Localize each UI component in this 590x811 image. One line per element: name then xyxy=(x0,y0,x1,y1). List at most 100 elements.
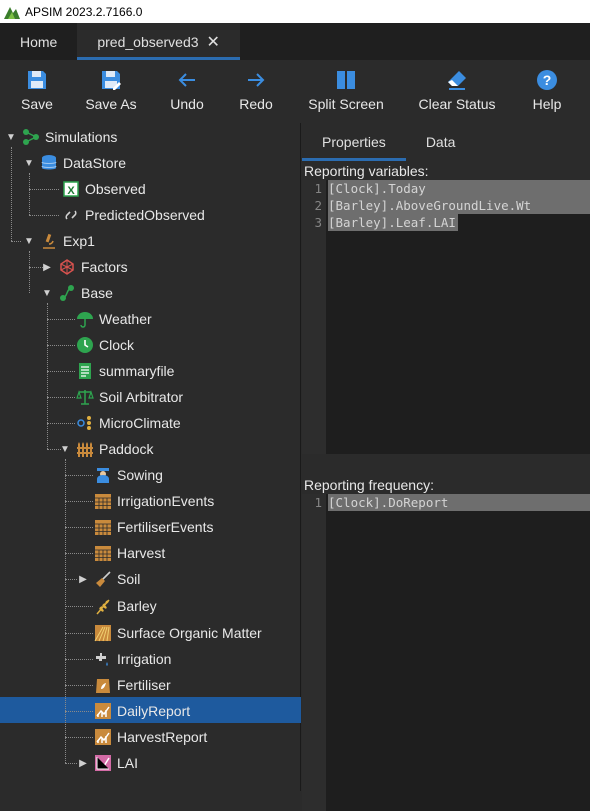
line-number: 1 xyxy=(314,495,322,510)
microclimate-icon xyxy=(76,414,94,432)
help-button[interactable]: ? Help xyxy=(508,60,586,123)
tree-label: Surface Organic Matter xyxy=(117,625,262,641)
tree-node-sowing[interactable]: Sowing xyxy=(94,462,163,488)
tree-node-factors[interactable]: ▶ Factors xyxy=(40,254,128,280)
collapse-arrow-icon[interactable]: ▼ xyxy=(40,288,54,299)
expand-arrow-icon[interactable]: ▶ xyxy=(76,574,90,585)
tree-node-observed[interactable]: X Observed xyxy=(62,176,146,202)
scales-icon xyxy=(76,388,94,406)
split-screen-label: Split Screen xyxy=(308,96,384,112)
link-icon xyxy=(62,206,80,224)
code-text[interactable]: [Barley].AboveGroundLive.Wt xyxy=(328,197,590,214)
tree-node-simulations[interactable]: ▼ Simulations xyxy=(4,124,117,150)
expand-arrow-icon[interactable]: ▶ xyxy=(76,758,90,769)
code-line: 1 [Clock].DoReport xyxy=(302,494,590,511)
code-text[interactable]: [Clock].DoReport xyxy=(328,494,590,511)
tree-label: DataStore xyxy=(63,155,127,171)
tree-label: Exp1 xyxy=(63,233,95,249)
collapse-arrow-icon[interactable]: ▼ xyxy=(58,444,72,455)
microscope-icon xyxy=(40,232,58,250)
tree-label: Observed xyxy=(85,181,146,197)
save-label: Save xyxy=(21,96,53,112)
tree-node-harvest[interactable]: Harvest xyxy=(94,540,165,566)
tap-icon xyxy=(94,650,112,668)
collapse-arrow-icon[interactable]: ▼ xyxy=(22,158,36,169)
split-screen-icon xyxy=(337,71,355,89)
split-screen-button[interactable]: Split Screen xyxy=(286,60,406,123)
save-as-button[interactable]: Save As xyxy=(74,60,148,123)
tree-node-irrigation-events[interactable]: IrrigationEvents xyxy=(94,488,214,514)
tree-node-predicted-observed[interactable]: PredictedObserved xyxy=(62,202,205,228)
eraser-icon xyxy=(448,71,466,90)
undo-arrow-icon xyxy=(178,73,195,87)
tree-node-lai[interactable]: ▶ LAI xyxy=(76,750,138,776)
tree-node-barley[interactable]: Barley xyxy=(94,593,157,619)
shovel-icon xyxy=(94,570,112,588)
line-number: 1 xyxy=(314,181,322,196)
wheat-icon xyxy=(94,597,112,615)
report-icon xyxy=(94,728,112,746)
save-button[interactable]: Save xyxy=(0,60,74,123)
tab-data[interactable]: Data xyxy=(406,123,476,161)
tree-node-weather[interactable]: Weather xyxy=(76,306,152,332)
expand-arrow-icon[interactable]: ▶ xyxy=(40,262,54,273)
code-line: 2 [Barley].AboveGroundLive.Wt xyxy=(302,197,590,214)
farmer-icon xyxy=(94,466,112,484)
reporting-variables-label: Reporting variables: xyxy=(304,163,429,179)
tree-label: HarvestReport xyxy=(117,729,208,745)
code-text[interactable]: [Barley].Leaf.LAI xyxy=(328,214,458,231)
clear-status-label: Clear Status xyxy=(418,96,496,112)
tree-node-clock[interactable]: Clock xyxy=(76,332,134,358)
tree-node-harvest-report[interactable]: HarvestReport xyxy=(94,724,207,750)
fence-icon xyxy=(76,440,94,458)
tree-node-soil-arbitrator[interactable]: Soil Arbitrator xyxy=(76,384,183,410)
reporting-frequency-editor[interactable]: 1 [Clock].DoReport xyxy=(302,494,590,811)
tab-home-label: Home xyxy=(20,33,58,50)
tab-data-label: Data xyxy=(425,134,456,150)
tree-label: Paddock xyxy=(99,441,154,457)
line-number: 2 xyxy=(314,198,322,213)
collapse-arrow-icon[interactable]: ▼ xyxy=(22,236,36,247)
tab-pred-observed3[interactable]: pred_observed3 ✕ xyxy=(77,23,240,60)
help-icon: ? xyxy=(537,70,557,90)
svg-text:X: X xyxy=(67,185,75,197)
tree-label: PredictedObserved xyxy=(85,207,205,223)
close-tab-icon[interactable]: ✕ xyxy=(207,32,220,52)
redo-button[interactable]: Redo xyxy=(226,60,286,123)
tree-node-fertiliser[interactable]: Fertiliser xyxy=(94,672,171,698)
tree-node-daily-report[interactable]: DailyReport xyxy=(94,698,190,724)
save-icon xyxy=(28,71,46,89)
report-icon xyxy=(94,702,112,720)
simulations-icon xyxy=(22,128,40,146)
collapse-arrow-icon[interactable]: ▼ xyxy=(4,132,18,143)
tree-node-base[interactable]: ▼ Base xyxy=(40,280,113,306)
code-line: 3 [Barley].Leaf.LAI xyxy=(302,214,590,231)
redo-arrow-icon xyxy=(248,73,265,87)
tree-node-summaryfile[interactable]: summaryfile xyxy=(76,358,174,384)
calendar-icon xyxy=(94,518,112,536)
save-as-icon xyxy=(102,71,121,90)
tree-label: Fertiliser xyxy=(117,677,171,693)
tab-pred-observed3-label: pred_observed3 xyxy=(97,33,199,50)
clock-icon xyxy=(76,336,94,354)
right-tab-bar: Properties Data xyxy=(302,123,590,161)
line-number: 3 xyxy=(314,215,322,230)
tab-home[interactable]: Home xyxy=(0,23,77,60)
toolbar: Save Save As Undo Redo Split Screen Clea… xyxy=(0,60,590,123)
tab-properties[interactable]: Properties xyxy=(302,123,406,161)
tree-label: summaryfile xyxy=(99,363,175,379)
redo-label: Redo xyxy=(239,96,273,112)
tree-node-exp1[interactable]: ▼ Exp1 xyxy=(22,228,95,254)
tree-node-fertiliser-events[interactable]: FertiliserEvents xyxy=(94,514,213,540)
reporting-variables-editor[interactable]: 1 [Clock].Today 2 [Barley].AboveGroundLi… xyxy=(302,180,590,454)
tree-node-microclimate[interactable]: MicroClimate xyxy=(76,410,181,436)
undo-button[interactable]: Undo xyxy=(148,60,226,123)
tree-node-datastore[interactable]: ▼ DataStore xyxy=(22,150,126,176)
tree-node-surface-organic-matter[interactable]: Surface Organic Matter xyxy=(94,620,262,646)
tree-node-soil[interactable]: ▶ Soil xyxy=(76,566,140,592)
tree-label: Clock xyxy=(99,337,135,353)
tree-node-paddock[interactable]: ▼ Paddock xyxy=(58,436,153,462)
tree-node-irrigation[interactable]: Irrigation xyxy=(94,646,171,672)
clear-status-button[interactable]: Clear Status xyxy=(406,60,508,123)
code-text[interactable]: [Clock].Today xyxy=(328,180,590,197)
